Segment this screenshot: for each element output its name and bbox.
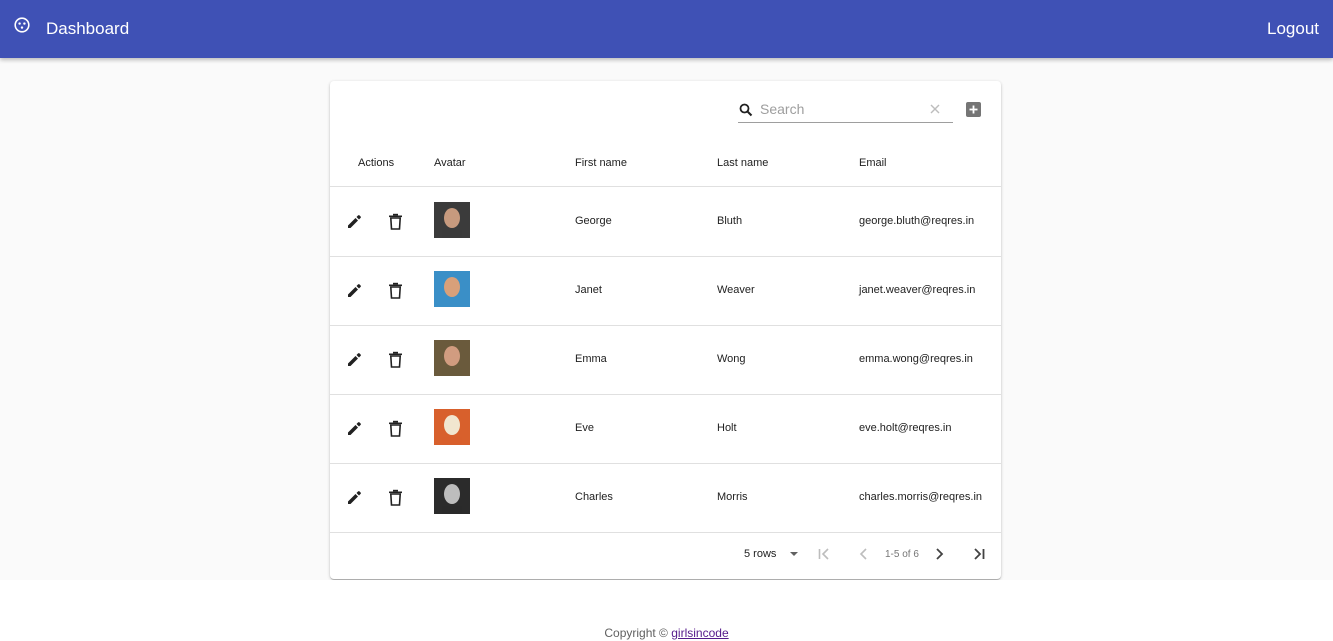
table-row: Emma Wong emma.wong@reqres.in (330, 326, 1001, 395)
edit-icon[interactable] (346, 351, 363, 368)
first-name-cell: Emma (575, 353, 607, 365)
last-name-cell: Morris (717, 491, 748, 503)
email-cell: charles.morris@reqres.in (859, 491, 983, 503)
last-name-cell: Bluth (717, 215, 743, 227)
header-last-name[interactable]: Last name (717, 157, 768, 169)
header-actions: Actions (358, 157, 395, 169)
page-range: 1-5 of 6 (885, 549, 919, 560)
first-name-cell: George (575, 215, 612, 227)
email-cell: eve.holt@reqres.in (859, 422, 952, 434)
edit-icon[interactable] (346, 420, 363, 437)
avatar (434, 271, 470, 307)
copyright: Copyright © girlsincode (0, 626, 1333, 640)
first-name-cell: Eve (575, 422, 594, 434)
app-title: Dashboard (46, 19, 130, 38)
header-avatar: Avatar (434, 157, 466, 169)
users-table-card: Actions Avatar First name Last name Emai… (330, 81, 1001, 579)
table-header: Actions Avatar First name Last name Emai… (330, 144, 1001, 187)
email-cell: emma.wong@reqres.in (859, 353, 973, 365)
table-row: Charles Morris charles.morris@reqres.in (330, 464, 1001, 533)
first-page-icon[interactable] (817, 547, 831, 561)
first-name-cell: Charles (575, 491, 613, 503)
copyright-text: Copyright © (604, 626, 668, 640)
search-icon (739, 103, 753, 117)
delete-icon[interactable] (388, 420, 403, 437)
edit-icon[interactable] (346, 489, 363, 506)
last-name-cell: Holt (717, 422, 737, 434)
header-first-name[interactable]: First name (575, 157, 627, 169)
table-row: Eve Holt eve.holt@reqres.in (330, 395, 1001, 464)
email-cell: janet.weaver@reqres.in (859, 284, 976, 296)
pagination: 5 rows 1-5 of 6 (330, 532, 1001, 578)
avatar (434, 340, 470, 376)
last-name-cell: Wong (717, 353, 746, 365)
delete-icon[interactable] (388, 351, 403, 368)
edit-icon[interactable] (346, 213, 363, 230)
first-name-cell: Janet (575, 284, 602, 296)
avatar (434, 409, 470, 445)
edit-icon[interactable] (346, 282, 363, 299)
table-row: Janet Weaver janet.weaver@reqres.in (330, 257, 1001, 326)
add-box-icon[interactable] (965, 101, 982, 118)
table-row: George Bluth george.bluth@reqres.in (330, 188, 1001, 257)
delete-icon[interactable] (388, 489, 403, 506)
next-page-icon[interactable] (932, 547, 946, 561)
footer: Copyright © girlsincode (0, 580, 1333, 641)
chevron-down-icon[interactable] (789, 551, 799, 557)
close-icon[interactable] (928, 102, 942, 116)
girlsincode-link[interactable]: girlsincode (671, 626, 728, 640)
face-icon[interactable] (14, 17, 30, 33)
app-bar: Dashboard Logout (0, 0, 1333, 58)
last-page-icon[interactable] (972, 547, 986, 561)
rows-per-page-select[interactable]: 5 rows (744, 548, 776, 560)
avatar (434, 202, 470, 238)
previous-page-icon[interactable] (857, 547, 871, 561)
email-cell: george.bluth@reqres.in (859, 215, 975, 227)
header-email[interactable]: Email (859, 157, 887, 169)
search-box (738, 98, 953, 123)
logout-button[interactable]: Logout (1267, 19, 1319, 39)
last-name-cell: Weaver (717, 284, 755, 296)
delete-icon[interactable] (388, 282, 403, 299)
search-input[interactable] (760, 98, 925, 120)
delete-icon[interactable] (388, 213, 403, 230)
avatar (434, 478, 470, 514)
